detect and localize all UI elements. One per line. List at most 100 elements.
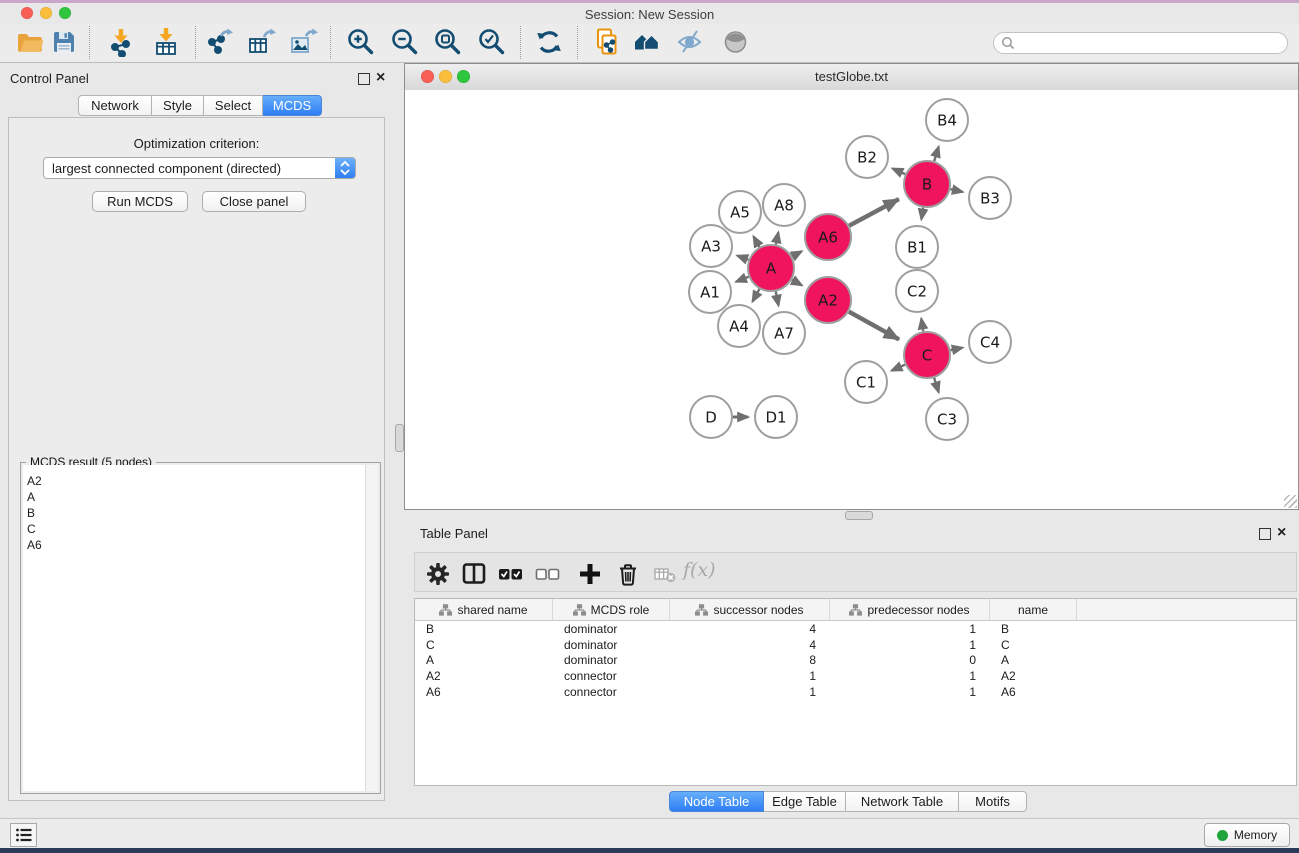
graph-node-D[interactable]: D (690, 396, 732, 438)
split-view-button[interactable] (461, 561, 487, 587)
optimization-criterion-dropdown[interactable]: largest connected component (directed) (43, 157, 356, 179)
graph-edge-A-A3[interactable] (737, 256, 748, 260)
table-cell[interactable]: B (990, 622, 1077, 636)
graph-node-C[interactable]: C (904, 332, 950, 378)
task-history-button[interactable] (10, 823, 37, 847)
export-image-button[interactable] (288, 27, 318, 57)
table-settings-button[interactable] (425, 561, 451, 587)
table-cell[interactable]: 1 (670, 669, 830, 683)
graph-edge-B-B1[interactable] (921, 208, 923, 220)
open-file-button[interactable] (15, 27, 45, 57)
graph-edge-B-B3[interactable] (950, 189, 962, 192)
zoom-in-button[interactable] (346, 27, 376, 57)
table-cell[interactable]: A2 (415, 669, 553, 683)
table-cell[interactable]: 1 (830, 638, 990, 652)
tab-motifs[interactable]: Motifs (959, 791, 1027, 812)
tab-edge-table[interactable]: Edge Table (764, 791, 846, 812)
table-cell[interactable]: dominator (553, 622, 670, 636)
tab-mcds[interactable]: MCDS (263, 95, 322, 116)
change-network-view-button[interactable] (632, 27, 662, 57)
search-input[interactable] (1015, 35, 1287, 51)
graph-edge-A6-B[interactable] (849, 199, 899, 226)
add-column-button[interactable] (577, 561, 603, 587)
table-cell[interactable]: 8 (670, 653, 830, 667)
column-header-shared-name[interactable]: shared name (415, 599, 553, 620)
table-row[interactable]: Cdominator41C (415, 637, 1296, 653)
splitter-grip-vertical[interactable] (395, 424, 404, 452)
mcds-result-item[interactable]: A2 (23, 473, 378, 489)
graph-edge-A-A5[interactable] (754, 236, 760, 247)
column-header-predecessor-nodes[interactable]: predecessor nodes (830, 599, 990, 620)
tab-select[interactable]: Select (204, 95, 263, 116)
tab-node-table[interactable]: Node Table (669, 791, 764, 812)
table-cell[interactable]: 1 (830, 622, 990, 636)
table-cell[interactable]: dominator (553, 638, 670, 652)
table-row[interactable]: Adominator80A (415, 653, 1296, 669)
graph-edge-C-C1[interactable] (892, 365, 905, 371)
import-table-button[interactable] (151, 27, 181, 57)
delete-table-button[interactable] (653, 561, 679, 587)
graph-node-A8[interactable]: A8 (763, 184, 805, 226)
table-cell[interactable]: B (415, 622, 553, 636)
graph-node-C4[interactable]: C4 (969, 321, 1011, 363)
graph-node-A6[interactable]: A6 (805, 214, 851, 260)
memory-button[interactable]: Memory (1204, 823, 1290, 847)
graph-node-B2[interactable]: B2 (846, 136, 888, 178)
graph-node-A4[interactable]: A4 (718, 305, 760, 347)
table-cell[interactable]: A6 (415, 685, 553, 699)
table-cell[interactable]: C (990, 638, 1077, 652)
graph-edge-A-A4[interactable] (753, 289, 760, 301)
zoom-fit-button[interactable] (433, 27, 463, 57)
delete-column-button[interactable] (615, 561, 641, 587)
select-all-button[interactable] (498, 561, 524, 587)
mcds-result-item[interactable]: C (23, 521, 378, 537)
table-cell[interactable]: A2 (990, 669, 1077, 683)
graph-node-B4[interactable]: B4 (926, 99, 968, 141)
close-panel-button[interactable]: Close panel (202, 191, 306, 212)
network-window-titlebar[interactable]: testGlobe.txt (405, 64, 1298, 91)
zoom-out-button[interactable] (390, 27, 420, 57)
table-cell[interactable]: connector (553, 669, 670, 683)
export-network-button[interactable] (204, 27, 234, 57)
graph-node-C2[interactable]: C2 (896, 270, 938, 312)
function-builder-button[interactable]: f(x) (683, 559, 716, 581)
show-hidden-button[interactable] (721, 27, 751, 57)
table-cell[interactable]: 1 (830, 685, 990, 699)
clone-network-button[interactable] (592, 27, 622, 57)
close-panel-icon[interactable]: × (376, 71, 385, 85)
close-panel-icon[interactable]: × (1277, 526, 1286, 540)
table-cell[interactable]: A (990, 653, 1077, 667)
resize-grip[interactable] (1284, 495, 1297, 508)
table-cell[interactable]: 0 (830, 653, 990, 667)
refresh-view-button[interactable] (534, 27, 564, 57)
graph-node-A2[interactable]: A2 (805, 277, 851, 323)
table-cell[interactable]: C (415, 638, 553, 652)
table-cell[interactable]: connector (553, 685, 670, 699)
table-cell[interactable]: A (415, 653, 553, 667)
run-mcds-button[interactable]: Run MCDS (92, 191, 188, 212)
table-row[interactable]: Bdominator41B (415, 621, 1296, 637)
float-panel-icon[interactable] (358, 73, 370, 85)
column-header-successor-nodes[interactable]: successor nodes (670, 599, 830, 620)
table-row[interactable]: A6connector11A6 (415, 684, 1296, 700)
graph-node-A1[interactable]: A1 (689, 271, 731, 313)
mcds-result-item[interactable]: A (23, 489, 378, 505)
graph-edge-A-A1[interactable] (736, 277, 749, 282)
column-header-name[interactable]: name (990, 599, 1077, 620)
graph-edge-A-A6[interactable] (792, 251, 802, 256)
graph-node-A7[interactable]: A7 (763, 312, 805, 354)
deselect-all-button[interactable] (535, 561, 561, 587)
graph-edge-C-C4[interactable] (951, 348, 963, 350)
import-network-button[interactable] (106, 27, 136, 57)
table-cell[interactable]: 1 (830, 669, 990, 683)
mcds-result-item[interactable]: B (23, 505, 378, 521)
graph-edge-C-C3[interactable] (934, 378, 938, 392)
graph-edge-A-A7[interactable] (776, 292, 779, 306)
graph-node-D1[interactable]: D1 (755, 396, 797, 438)
splitter-grip-horizontal[interactable] (845, 511, 873, 520)
graph-node-A5[interactable]: A5 (719, 191, 761, 233)
hide-selected-button[interactable] (675, 27, 705, 57)
table-cell[interactable]: 1 (670, 685, 830, 699)
table-cell[interactable]: 4 (670, 638, 830, 652)
graph-node-B1[interactable]: B1 (896, 226, 938, 268)
